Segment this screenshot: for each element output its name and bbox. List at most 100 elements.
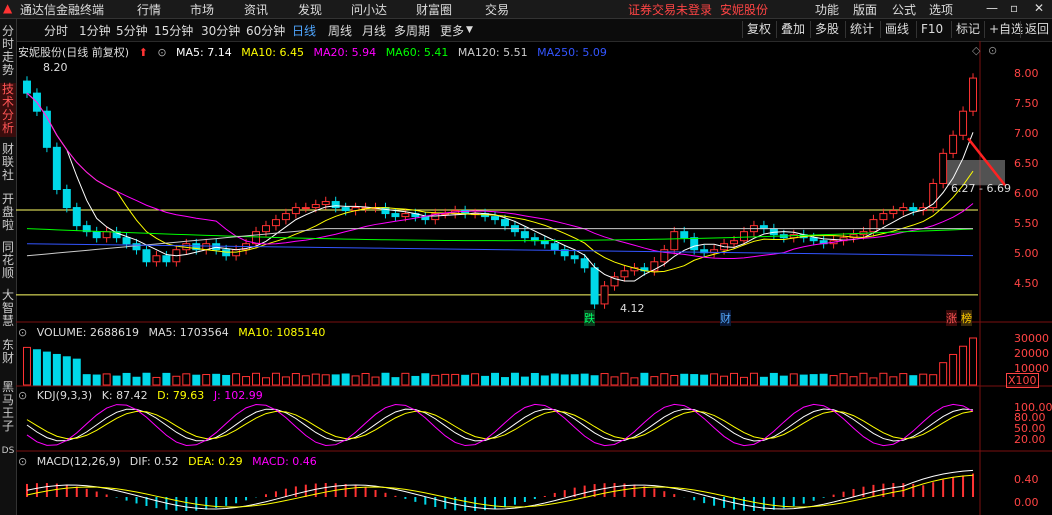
volume-bar <box>481 375 490 386</box>
candle-body <box>381 207 390 215</box>
candle-body <box>311 204 320 209</box>
price-ytick-550: 5.50 <box>1014 217 1039 230</box>
diamond-icon[interactable]: ◇ <box>972 44 980 57</box>
volume-bar <box>540 375 549 386</box>
marker-cai[interactable]: 财 <box>720 310 731 326</box>
volume-bar <box>600 373 609 386</box>
kline-chart[interactable] <box>0 0 1052 515</box>
volume-bar <box>500 377 509 386</box>
macd-ytick-040: 0.40 <box>1014 473 1039 486</box>
candle-body <box>52 146 61 191</box>
marker-bang[interactable]: 榜 <box>961 310 972 326</box>
arrow-up-icon: ⬆ <box>138 46 148 59</box>
candle-body <box>570 255 579 260</box>
volume-bar <box>570 374 579 386</box>
price-ytick-750: 7.50 <box>1014 97 1039 110</box>
volume-legend: ⊙ VOLUME: 2688619 MA5: 1703564 MA10: 108… <box>18 326 331 339</box>
volume-bar <box>650 376 659 386</box>
volume-bar <box>510 372 519 386</box>
volume-bar <box>620 372 629 386</box>
volume-bar <box>630 377 639 386</box>
marker-die[interactable]: 跌 <box>584 310 595 326</box>
volume-bar <box>640 372 649 386</box>
volume-bar <box>301 375 310 386</box>
price-ytick-800: 8.00 <box>1014 67 1039 80</box>
volume-dropdown-icon[interactable]: ⊙ <box>18 326 27 339</box>
candle-body <box>670 231 679 251</box>
volume-bar <box>949 353 958 386</box>
volume-bar <box>102 373 111 386</box>
volume-bar <box>899 373 908 386</box>
candle-body <box>321 201 330 206</box>
zone-range-label: 6.27 - 6.69 <box>951 182 1011 195</box>
candle-body <box>281 213 290 221</box>
volume-bar <box>789 373 798 386</box>
volume-bar <box>809 374 818 386</box>
volume-bar <box>560 374 569 386</box>
candle-body <box>162 255 171 263</box>
volume-bar <box>72 358 81 386</box>
candle-body <box>122 237 131 245</box>
volume-bar <box>590 375 599 386</box>
candle-body <box>620 270 629 278</box>
volume-bar <box>391 377 400 386</box>
volume-bar <box>849 376 858 386</box>
volume-bar <box>92 374 101 386</box>
macd-dropdown-icon[interactable]: ⊙ <box>18 455 27 468</box>
volume-bar <box>421 373 430 386</box>
volume-bar <box>690 374 699 386</box>
volume-bar <box>680 373 689 386</box>
volume-bar <box>142 372 151 386</box>
ma20-label: MA20: 5.94 <box>313 46 377 59</box>
volume-bar <box>172 375 181 386</box>
volume-bar <box>162 372 171 386</box>
macd-legend: ⊙ MACD(12,26,9) DIF: 0.52 DEA: 0.29 MACD… <box>18 455 323 468</box>
volume-bar <box>720 375 729 386</box>
candle-body <box>899 207 908 212</box>
settings-circle-icon[interactable]: ⊙ <box>988 44 997 57</box>
volume-bar <box>252 372 261 386</box>
candle-body <box>72 207 81 227</box>
candle-body <box>222 249 231 257</box>
volume-bar <box>212 373 221 386</box>
price-ytick-650: 6.50 <box>1014 157 1039 170</box>
kdj-title: KDJ(9,3,3) <box>36 389 93 402</box>
volume-bar <box>341 373 350 386</box>
volume-bar <box>42 351 51 386</box>
candle-body <box>959 110 968 136</box>
candle-body <box>739 231 748 242</box>
marker-zhang[interactable]: 涨 <box>946 310 957 326</box>
candle-body <box>252 231 261 245</box>
volume-title: VOLUME: 2688619 <box>36 326 139 339</box>
volume-bar <box>52 353 61 386</box>
candle-body <box>142 249 151 263</box>
volume-bar <box>580 373 589 386</box>
kdj-dropdown-icon[interactable]: ⊙ <box>18 389 27 402</box>
candle-body <box>500 219 509 227</box>
candle-body <box>600 285 609 305</box>
ma10-label: MA10: 6.45 <box>241 46 304 59</box>
volume-bar <box>431 374 440 386</box>
macd-title: MACD(12,26,9) <box>36 455 121 468</box>
dropdown-icon[interactable]: ⊙ <box>157 46 166 59</box>
price-legend: 安妮股份(日线 前复权) ⬆ ⊙ MA5: 7.14 MA10: 6.45 MA… <box>18 44 613 60</box>
volume-bar <box>530 372 539 386</box>
volume-bar <box>222 374 231 386</box>
price-ytick-700: 7.00 <box>1014 127 1039 140</box>
candle-body <box>391 213 400 218</box>
candle-body <box>809 237 818 242</box>
candle-body <box>550 243 559 251</box>
volume-bar <box>182 373 191 386</box>
volume-bar <box>909 375 918 386</box>
macd-dea: DEA: 0.29 <box>188 455 243 468</box>
ma60-label: MA60: 5.41 <box>385 46 449 59</box>
price-panel-title: 安妮股份(日线 前复权) <box>18 46 130 59</box>
volume-bar <box>451 373 460 386</box>
ma250-line <box>26 243 974 257</box>
candle-body <box>261 225 270 233</box>
volume-bar <box>122 372 131 386</box>
volume-bar <box>202 374 211 386</box>
volume-unit: X100 <box>1006 373 1039 388</box>
kdj-j-line <box>26 403 974 447</box>
volume-bar <box>730 372 739 386</box>
